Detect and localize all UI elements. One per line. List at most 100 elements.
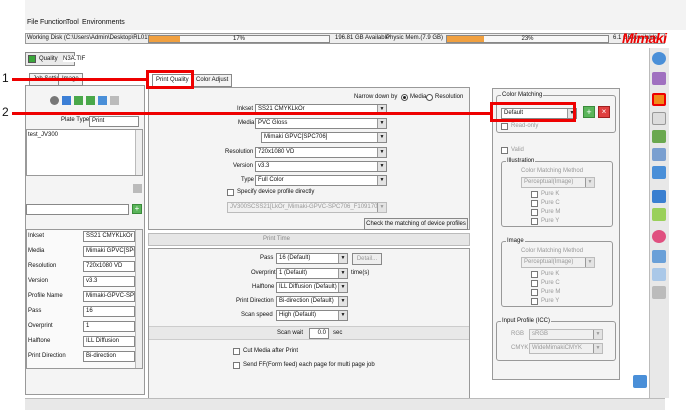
delete-icon[interactable] — [110, 96, 119, 105]
print-icon[interactable] — [652, 190, 666, 203]
pure-k-checkbox[interactable] — [531, 271, 538, 278]
cut-icon[interactable] — [652, 208, 666, 221]
pure-c-checkbox[interactable] — [531, 280, 538, 287]
illus-method-select[interactable]: Perceptual(Image) ▼ — [521, 177, 595, 188]
scan-wait-label: Scan wait — [277, 330, 304, 336]
menu-tool[interactable]: Tool — [66, 19, 79, 26]
properties-list: Inkset SS21 CMYKLkOr Media Mimaki GPVC[S… — [26, 229, 143, 369]
chevron-down-icon: ▼ — [377, 162, 386, 171]
detail-button[interactable]: Detail... — [352, 253, 382, 265]
add-icon[interactable]: + — [583, 106, 595, 118]
prop-value: v3.3 — [83, 276, 135, 287]
pure-m-checkbox[interactable] — [531, 209, 538, 216]
form-feed-label: Send FF(Form feed) each page for multi p… — [243, 362, 375, 368]
copy-icon[interactable] — [98, 96, 107, 105]
color-icon[interactable] — [652, 230, 666, 243]
prop-key: Profile Name — [28, 293, 63, 299]
job-icon[interactable] — [652, 72, 666, 85]
specify-profile-checkbox[interactable] — [227, 189, 234, 196]
move-down-icon[interactable] — [86, 96, 95, 105]
grid-icon[interactable] — [652, 250, 666, 263]
tile-icon[interactable] — [652, 166, 666, 179]
quality-tool-icon[interactable] — [652, 93, 666, 106]
profile-path-select[interactable]: JV300SCSS21[LkOr_Mimaki-GPVC-SPC706_F109… — [227, 202, 387, 213]
callout-box-2 — [490, 102, 576, 122]
save-icon[interactable] — [62, 96, 71, 105]
narrow-down-label: Narrow down by — [354, 94, 398, 100]
job-tab[interactable]: Quality N3A.TIF — [25, 52, 86, 66]
check-matching-button[interactable]: Check the matching of device profiles — [364, 218, 468, 230]
layout-icon[interactable] — [652, 130, 666, 143]
move-up-icon[interactable] — [74, 96, 83, 105]
page-icon[interactable] — [652, 112, 666, 125]
radio-resolution[interactable] — [426, 94, 433, 101]
chevron-down-icon: ▼ — [338, 311, 347, 320]
halftone-label: Halftone — [252, 284, 275, 290]
media-select[interactable]: PVC Gloss ▼ — [255, 118, 387, 129]
scan-speed-select[interactable]: High (Default) ▼ — [276, 310, 348, 321]
plate-type-input[interactable]: Print — [89, 116, 139, 127]
pass-select[interactable]: 16 (Default) ▼ — [276, 253, 348, 264]
times-label: time(s) — [351, 270, 370, 276]
valid-checkbox[interactable] — [501, 147, 508, 154]
direction-select[interactable]: Bi-direction (Default) ▼ — [276, 296, 348, 307]
cut-media-checkbox[interactable] — [233, 348, 240, 355]
type-select[interactable]: Full Color ▼ — [255, 175, 387, 186]
job-list-scrollbar[interactable] — [135, 130, 142, 175]
input-profile-group — [496, 321, 616, 361]
document-icon[interactable] — [652, 268, 666, 281]
prop-value: 720x1080 VD — [83, 261, 135, 272]
read-only-checkbox[interactable] — [501, 123, 508, 130]
callout-number-1: 1 — [2, 71, 9, 85]
job-list[interactable]: test_JV300 — [26, 129, 143, 176]
pure-y-checkbox[interactable] — [531, 218, 538, 225]
pure-y-checkbox[interactable] — [531, 298, 538, 305]
scan-wait-row: Scan wait 0.0 sec — [149, 326, 469, 340]
job-name-input[interactable] — [26, 204, 129, 215]
prop-key: Halftone — [28, 338, 51, 344]
image-edit-icon[interactable] — [652, 148, 666, 161]
properties-scrollbar[interactable] — [135, 230, 142, 368]
trash-icon[interactable] — [652, 286, 666, 299]
menu-file[interactable]: File — [27, 19, 38, 26]
menu-function[interactable]: Function — [40, 19, 67, 26]
prop-value: Mimaki-GPVC-SPC7 — [83, 291, 135, 302]
close-icon[interactable]: × — [598, 106, 610, 118]
pure-m-checkbox[interactable] — [531, 289, 538, 296]
disk-available: 196.81 GB Available — [335, 35, 390, 41]
scan-wait-input[interactable]: 0.0 — [309, 328, 329, 339]
form-feed-checkbox[interactable] — [233, 362, 240, 369]
rgb-profile-select[interactable]: sRGB ▼ — [529, 329, 603, 340]
pure-k-checkbox[interactable] — [531, 191, 538, 198]
job-remove-icon[interactable] — [133, 184, 142, 193]
halftone-select[interactable]: ILL Diffusion (Default) ▼ — [276, 282, 348, 293]
pure-y-label: Pure Y — [541, 218, 560, 224]
chevron-down-icon: ▼ — [377, 119, 386, 128]
job-list-item[interactable]: test_JV300 — [28, 132, 58, 138]
cut-media-label: Cut Media after Print — [243, 348, 299, 354]
job-tab-file: N3A.TIF — [63, 56, 86, 62]
callout-arrow-1 — [12, 78, 146, 81]
input-profile-title: Input Profile (ICC) — [501, 318, 552, 324]
media-detail-select[interactable]: Mimaki GPVC[SPC706] ▼ — [261, 132, 387, 143]
print-time-panel: Pass 16 (Default) ▼ Detail... Overprint 1… — [148, 248, 470, 400]
refresh-icon[interactable] — [633, 375, 647, 388]
help-icon[interactable] — [652, 52, 666, 65]
pure-y-label: Pure Y — [541, 298, 560, 304]
overprint-select[interactable]: 1 (Default) ▼ — [276, 268, 348, 279]
add-icon[interactable]: + — [132, 204, 142, 214]
read-only-label: Read-only — [511, 123, 539, 129]
version-select[interactable]: v3.3 ▼ — [255, 161, 387, 172]
image-method-select[interactable]: Perceptual(Image) ▼ — [521, 257, 595, 268]
menu-environments[interactable]: Environments — [82, 19, 125, 26]
prop-key: Version — [28, 278, 49, 284]
specify-profile-label: Specify device profile directly — [237, 189, 315, 195]
resolution-select[interactable]: 720x1080 VD ▼ — [255, 147, 387, 158]
prop-key: Media — [28, 248, 45, 254]
pure-c-checkbox[interactable] — [531, 200, 538, 207]
cmyk-profile-select[interactable]: WideMimakiCMYK ▼ — [529, 343, 603, 354]
settings-icon[interactable] — [50, 96, 59, 105]
tab-color-adjust[interactable]: Color Adjust — [192, 74, 233, 87]
color-matching-panel: Color Matching Default ▼ + × Read-only Va… — [492, 88, 620, 380]
radio-media[interactable] — [401, 94, 408, 101]
